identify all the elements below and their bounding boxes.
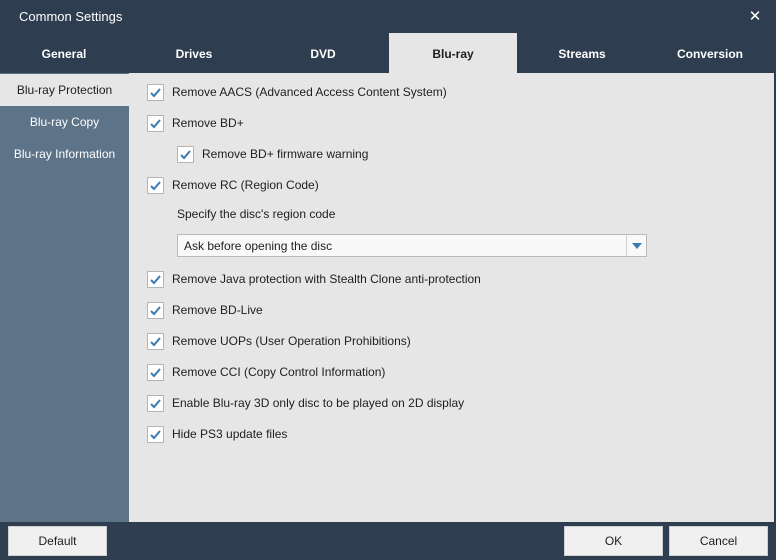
option-label: Remove BD+ xyxy=(172,116,244,130)
check-icon xyxy=(150,429,161,439)
option-remove-bd-plus[interactable]: Remove BD+ xyxy=(147,113,244,133)
option-label: Remove Java protection with Stealth Clon… xyxy=(172,272,481,286)
check-icon xyxy=(150,367,161,377)
option-hide-ps3-update-files[interactable]: Hide PS3 update files xyxy=(147,424,287,444)
title-bar: Common Settings ✕ xyxy=(0,0,776,33)
checkbox[interactable] xyxy=(147,83,164,101)
option-label: Hide PS3 update files xyxy=(172,427,288,441)
option-remove-aacs[interactable]: Remove AACS (Advanced Access Content Sys… xyxy=(147,82,447,102)
window-title: Common Settings xyxy=(19,9,123,24)
region-code-select[interactable]: Ask before opening the disc xyxy=(177,234,647,257)
option-label: Remove BD-Live xyxy=(172,303,263,317)
option-label: Enable Blu-ray 3D only disc to be played… xyxy=(172,396,465,410)
option-label: Remove UOPs (User Operation Prohibitions… xyxy=(172,334,411,348)
default-button[interactable]: Default xyxy=(8,526,107,556)
tab-label: Drives xyxy=(175,47,213,61)
close-button[interactable]: ✕ xyxy=(744,6,766,28)
sidebar-item-label: Blu-ray Copy xyxy=(29,115,100,129)
checkbox[interactable] xyxy=(147,176,164,194)
option-remove-java-protection[interactable]: Remove Java protection with Stealth Clon… xyxy=(147,269,481,289)
sidebar-item-label: Blu-ray Information xyxy=(13,147,116,161)
tab-conversion[interactable]: Conversion xyxy=(646,33,774,73)
tab-streams[interactable]: Streams xyxy=(518,33,646,73)
region-code-selected: Ask before opening the disc xyxy=(184,239,333,253)
sidebar-item-label: Blu-ray Protection xyxy=(16,83,113,97)
settings-panel: Remove AACS (Advanced Access Content Sys… xyxy=(129,73,774,522)
checkbox[interactable] xyxy=(147,301,164,319)
ok-button[interactable]: OK xyxy=(564,526,663,556)
option-label: Remove BD+ firmware warning xyxy=(202,147,369,161)
checkbox[interactable] xyxy=(147,270,164,288)
option-enable-3d-on-2d[interactable]: Enable Blu-ray 3D only disc to be played… xyxy=(147,393,464,413)
option-label: Remove RC (Region Code) xyxy=(172,178,319,192)
checkbox[interactable] xyxy=(147,425,164,443)
check-icon xyxy=(150,398,161,408)
close-icon: ✕ xyxy=(748,8,762,25)
tab-general[interactable]: General xyxy=(0,33,128,73)
tab-blu-ray[interactable]: Blu-ray xyxy=(389,33,517,73)
cancel-button[interactable]: Cancel xyxy=(669,526,768,556)
chevron-down-icon[interactable] xyxy=(626,235,646,256)
check-icon xyxy=(150,87,161,97)
sidebar-item-blu-ray-information[interactable]: Blu-ray Information xyxy=(0,138,129,170)
option-remove-rc[interactable]: Remove RC (Region Code) xyxy=(147,175,319,195)
option-label: Remove CCI (Copy Control Information) xyxy=(172,365,386,379)
checkbox[interactable] xyxy=(147,363,164,381)
option-remove-bd-live[interactable]: Remove BD-Live xyxy=(147,300,263,320)
checkbox[interactable] xyxy=(147,394,164,412)
tab-bar: General Drives DVD Blu-ray Streams Conve… xyxy=(0,33,776,73)
option-label: Remove AACS (Advanced Access Content Sys… xyxy=(172,85,447,99)
sidebar: Blu-ray Protection Blu-ray Copy Blu-ray … xyxy=(0,73,129,522)
option-remove-bd-plus-firmware-warning[interactable]: Remove BD+ firmware warning xyxy=(177,144,368,164)
check-icon xyxy=(150,336,161,346)
check-icon xyxy=(150,305,161,315)
checkbox[interactable] xyxy=(147,332,164,350)
option-remove-cci[interactable]: Remove CCI (Copy Control Information) xyxy=(147,362,385,382)
tab-label: Blu-ray xyxy=(432,47,474,61)
sidebar-item-blu-ray-protection[interactable]: Blu-ray Protection xyxy=(0,74,129,106)
tab-label: Conversion xyxy=(676,47,743,61)
tab-dvd[interactable]: DVD xyxy=(259,33,387,73)
footer-bar: Default OK Cancel xyxy=(0,522,776,560)
sidebar-item-blu-ray-copy[interactable]: Blu-ray Copy xyxy=(0,106,129,138)
tab-drives[interactable]: Drives xyxy=(130,33,258,73)
region-code-label: Specify the disc's region code xyxy=(177,207,336,221)
tab-label: General xyxy=(41,47,87,61)
check-icon xyxy=(150,118,161,128)
checkbox[interactable] xyxy=(177,145,194,163)
checkbox[interactable] xyxy=(147,114,164,132)
tab-label: DVD xyxy=(310,47,336,61)
check-icon xyxy=(150,274,161,284)
check-icon xyxy=(180,149,191,159)
tab-label: Streams xyxy=(558,47,606,61)
option-remove-uops[interactable]: Remove UOPs (User Operation Prohibitions… xyxy=(147,331,411,351)
check-icon xyxy=(150,180,161,190)
